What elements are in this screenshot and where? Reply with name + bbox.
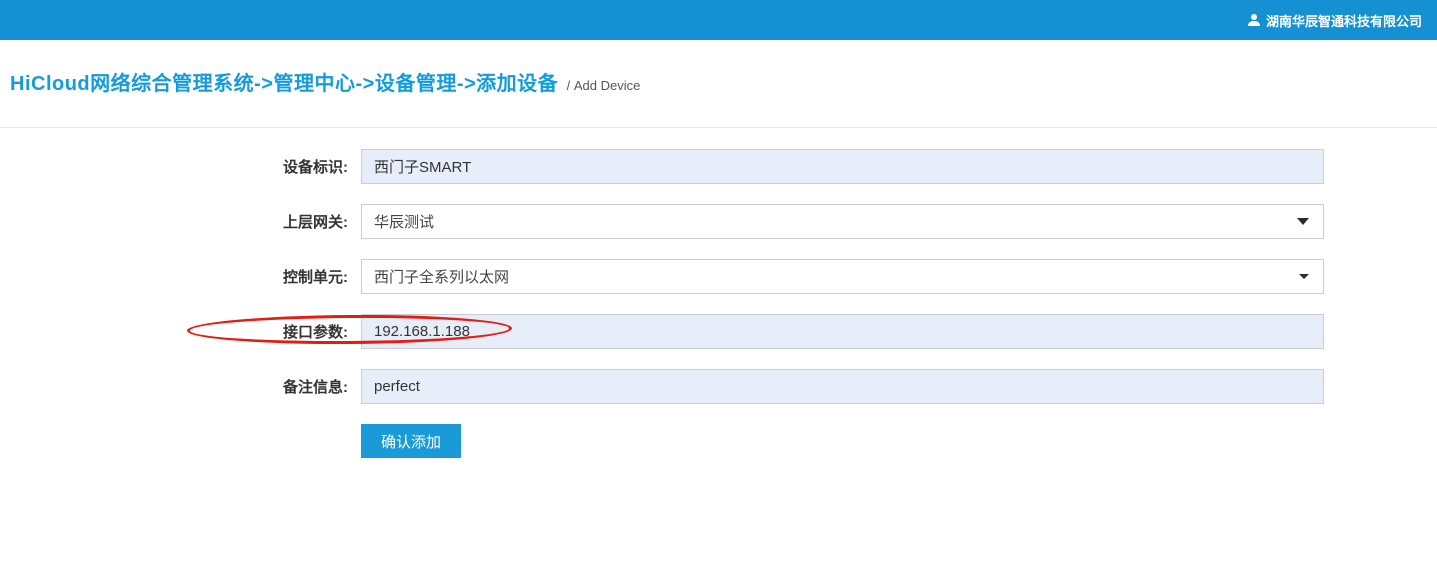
- remarks-input[interactable]: [361, 369, 1324, 404]
- device-id-label: 设备标识:: [0, 156, 348, 177]
- control-unit-select[interactable]: 西门子全系列以太网: [361, 259, 1324, 294]
- upper-gateway-selected-value: 华辰测试: [374, 211, 434, 232]
- button-row: 确认添加: [0, 424, 1437, 458]
- control-unit-label: 控制单元:: [0, 266, 348, 287]
- user-icon: [1247, 13, 1261, 27]
- interface-params-input[interactable]: [361, 314, 1324, 349]
- upper-gateway-select[interactable]: 华辰测试: [361, 204, 1324, 239]
- form-row-interface-params: 接口参数:: [0, 314, 1437, 349]
- page-header: HiCloud网络综合管理系统->管理中心->设备管理->添加设备 / Add …: [0, 40, 1437, 128]
- confirm-add-button[interactable]: 确认添加: [361, 424, 461, 458]
- company-account-link[interactable]: 湖南华辰智通科技有限公司: [1247, 11, 1422, 30]
- company-name: 湖南华辰智通科技有限公司: [1266, 11, 1422, 30]
- page-subtitle: / Add Device: [567, 78, 641, 93]
- device-id-input[interactable]: [361, 149, 1324, 184]
- control-unit-selected-value: 西门子全系列以太网: [374, 266, 509, 287]
- topbar: 湖南华辰智通科技有限公司: [0, 0, 1437, 40]
- form-row-upper-gateway: 上层网关: 华辰测试: [0, 204, 1437, 239]
- form-row-remarks: 备注信息:: [0, 369, 1437, 404]
- add-device-form: 设备标识: 上层网关: 华辰测试 控制单元: 西门子全系列以太网 接口参数: 备: [0, 128, 1437, 458]
- remarks-label: 备注信息:: [0, 376, 348, 397]
- chevron-down-icon: [1297, 218, 1309, 225]
- chevron-down-icon: [1299, 274, 1309, 279]
- breadcrumb: HiCloud网络综合管理系统->管理中心->设备管理->添加设备: [10, 73, 558, 95]
- upper-gateway-label: 上层网关:: [0, 211, 348, 232]
- interface-params-label: 接口参数:: [0, 321, 348, 342]
- form-row-device-id: 设备标识:: [0, 149, 1437, 184]
- form-row-control-unit: 控制单元: 西门子全系列以太网: [0, 259, 1437, 294]
